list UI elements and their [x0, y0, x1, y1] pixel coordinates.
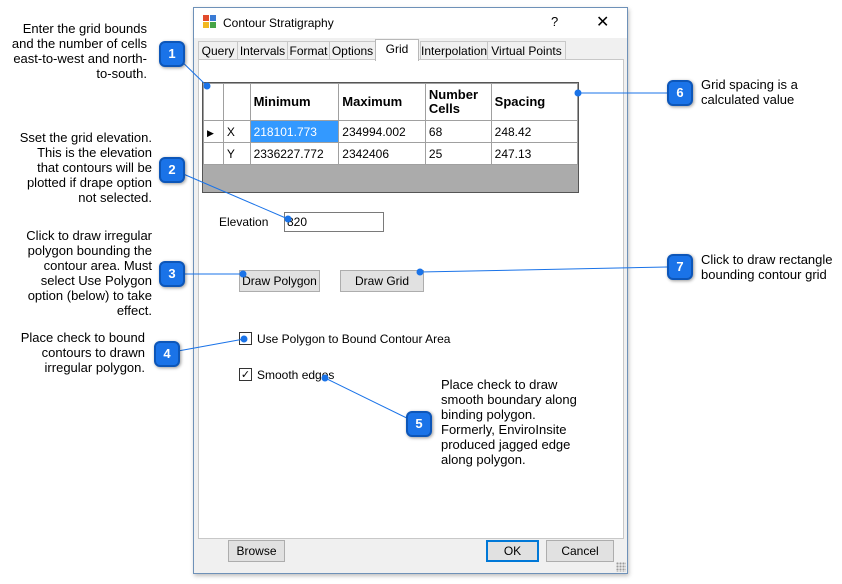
callout-text-3: Click to draw irregular polygon bounding …	[26, 228, 152, 318]
callout-text-4: Place check to bound contours to drawn ir…	[20, 330, 145, 375]
callout-text-7: Click to draw rectangle bounding contour …	[701, 252, 833, 282]
callout-text-2: Sset the grid elevation. This is the elev…	[19, 130, 152, 205]
callout-text-5: Place check to draw smooth boundary along…	[441, 377, 577, 467]
callout-badge-1: 1	[159, 41, 185, 67]
callout-badge-5: 5	[406, 411, 432, 437]
callout-badge-7: 7	[667, 254, 693, 280]
callout-badge-4: 4	[154, 341, 180, 367]
callout-text-1: Enter the grid bounds and the number of c…	[11, 21, 147, 81]
callout-badge-3: 3	[159, 261, 185, 287]
callout-text-6: Grid spacing is a calculated value	[701, 77, 798, 107]
callout-badge-6: 6	[667, 80, 693, 106]
callout-badge-2: 2	[159, 157, 185, 183]
tab-grid[interactable]: Grid	[375, 39, 419, 61]
